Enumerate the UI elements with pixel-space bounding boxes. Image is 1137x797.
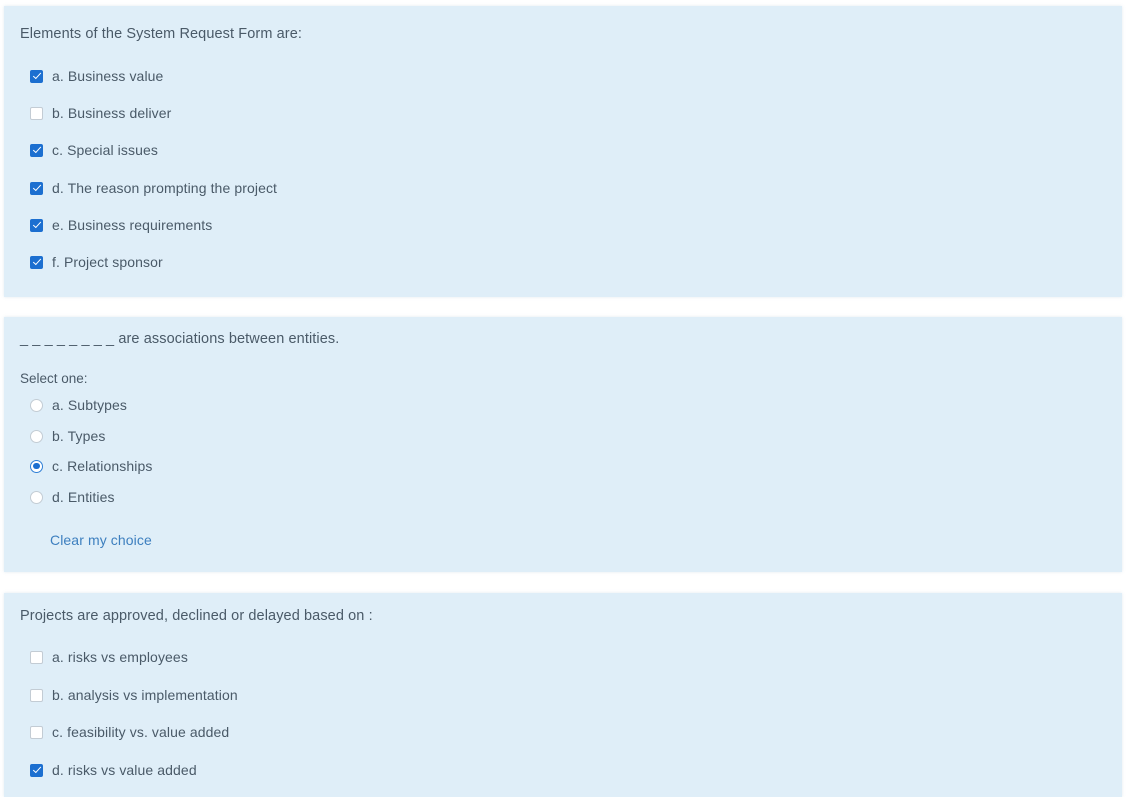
option-label: a. Business value bbox=[52, 68, 164, 84]
checkbox-checked-icon[interactable] bbox=[30, 218, 43, 232]
question-3-option-b[interactable]: b. analysis vs implementation bbox=[30, 686, 238, 704]
question-1-option-e[interactable]: e. Business requirements bbox=[30, 216, 212, 234]
question-1-option-b[interactable]: b. Business deliver bbox=[30, 104, 171, 122]
question-3-option-d[interactable]: d. risks vs value added bbox=[30, 761, 197, 779]
question-2-prompt: _ _ _ _ _ _ _ _ are associations between… bbox=[20, 331, 340, 347]
checkbox-checked-icon[interactable] bbox=[30, 69, 43, 83]
checkbox-checked-icon[interactable] bbox=[30, 763, 43, 777]
checkbox-unchecked-icon[interactable] bbox=[30, 725, 43, 739]
checkbox-unchecked-icon[interactable] bbox=[30, 106, 43, 120]
question-2-option-d[interactable]: d. Entities bbox=[30, 488, 115, 506]
question-1-option-f[interactable]: f. Project sponsor bbox=[30, 253, 163, 271]
question-1-option-c[interactable]: c. Special issues bbox=[30, 141, 158, 159]
question-3-option-a[interactable]: a. risks vs employees bbox=[30, 648, 188, 666]
checkbox-unchecked-icon[interactable] bbox=[30, 650, 43, 664]
question-1-option-a[interactable]: a. Business value bbox=[30, 67, 163, 85]
option-label: e. Business requirements bbox=[52, 217, 213, 233]
question-3-prompt: Projects are approved, declined or delay… bbox=[20, 608, 373, 624]
question-2-select-one-label: Select one: bbox=[20, 371, 88, 386]
question-1-prompt: Elements of the System Request Form are: bbox=[20, 26, 303, 42]
quiz-page: Elements of the System Request Form are:… bbox=[0, 0, 1137, 797]
question-panel-1: Elements of the System Request Form are:… bbox=[4, 6, 1122, 297]
option-label: c. Relationships bbox=[52, 458, 153, 474]
option-label: d. risks vs value added bbox=[52, 762, 197, 778]
option-label: f. Project sponsor bbox=[52, 254, 163, 270]
option-label: b. Types bbox=[52, 428, 106, 444]
option-label: a. risks vs employees bbox=[52, 649, 188, 665]
checkbox-checked-icon[interactable] bbox=[30, 143, 43, 157]
question-2-option-a[interactable]: a. Subtypes bbox=[30, 396, 127, 414]
question-2-option-c[interactable]: c. Relationships bbox=[30, 457, 152, 475]
checkbox-unchecked-icon[interactable] bbox=[30, 688, 43, 702]
question-panel-2: _ _ _ _ _ _ _ _ are associations between… bbox=[4, 317, 1122, 572]
question-panel-3: Projects are approved, declined or delay… bbox=[4, 593, 1122, 797]
question-1-option-d[interactable]: d. The reason prompting the project bbox=[30, 179, 277, 197]
question-3-option-c[interactable]: c. feasibility vs. value added bbox=[30, 723, 229, 741]
radio-unselected-icon[interactable] bbox=[30, 490, 43, 504]
option-label: c. feasibility vs. value added bbox=[52, 724, 230, 740]
option-label: c. Special issues bbox=[52, 142, 158, 158]
option-label: d. The reason prompting the project bbox=[52, 180, 278, 196]
option-label: a. Subtypes bbox=[52, 397, 128, 413]
checkbox-checked-icon[interactable] bbox=[30, 255, 43, 269]
option-label: d. Entities bbox=[52, 489, 115, 505]
radio-selected-icon[interactable] bbox=[30, 459, 43, 473]
radio-unselected-icon[interactable] bbox=[30, 398, 43, 412]
checkbox-checked-icon[interactable] bbox=[30, 181, 43, 195]
question-2-option-b[interactable]: b. Types bbox=[30, 427, 105, 445]
option-label: b. Business deliver bbox=[52, 105, 172, 121]
option-label: b. analysis vs implementation bbox=[52, 687, 238, 703]
clear-my-choice-link[interactable]: Clear my choice bbox=[50, 532, 152, 548]
radio-unselected-icon[interactable] bbox=[30, 429, 43, 443]
